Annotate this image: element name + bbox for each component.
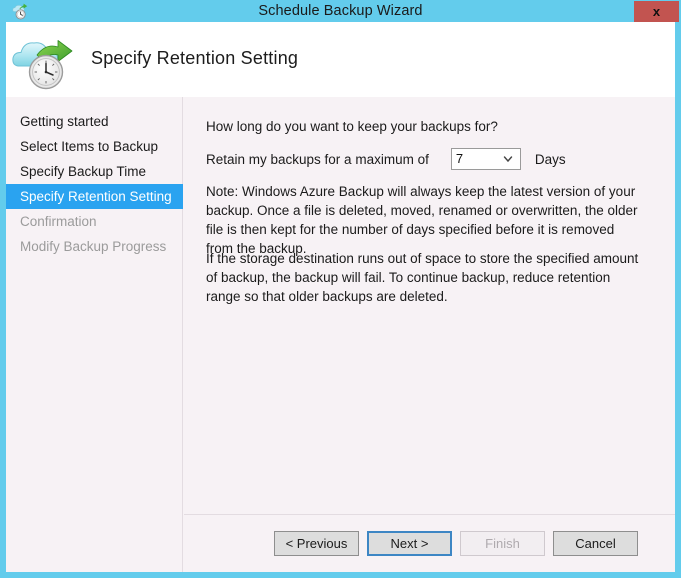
retention-days-value: 7 — [455, 151, 464, 166]
wizard-body: Getting started Select Items to Backup S… — [6, 97, 675, 572]
cancel-button[interactable]: Cancel — [553, 531, 638, 556]
next-button[interactable]: Next > — [367, 531, 452, 556]
schedule-backup-wizard-window: Schedule Backup Wizard x Specify Retenti… — [0, 0, 681, 578]
previous-button[interactable]: < Previous — [274, 531, 359, 556]
chevron-down-icon — [502, 149, 514, 175]
finish-button: Finish — [460, 531, 545, 556]
window-title: Schedule Backup Wizard — [258, 3, 423, 19]
cloud-backup-clock-icon — [9, 32, 81, 92]
wizard-content-pane: How long do you want to keep your backup… — [184, 97, 675, 572]
close-icon[interactable]: x — [634, 1, 679, 22]
retention-input-row: Retain my backups for a maximum of 7 Day… — [206, 148, 566, 170]
sidebar-item-specify-retention-setting[interactable]: Specify Retention Setting — [6, 184, 183, 209]
wizard-footer: < Previous Next > Finish Cancel — [184, 515, 675, 572]
retention-days-unit-label: Days — [534, 151, 566, 167]
retention-note-secondary: If the storage destination runs out of s… — [206, 251, 639, 304]
sidebar-item-modify-backup-progress: Modify Backup Progress — [20, 239, 167, 254]
title-bar: Schedule Backup Wizard x — [0, 0, 681, 22]
sidebar-item-select-items-to-backup[interactable]: Select Items to Backup — [6, 134, 183, 159]
retention-days-select[interactable]: 7 — [450, 148, 521, 170]
sidebar-item-confirmation: Confirmation — [20, 214, 97, 229]
wizard-header: Specify Retention Setting — [6, 22, 675, 97]
sidebar-item-specify-backup-time[interactable]: Specify Backup Time — [6, 159, 183, 184]
sidebar-item-getting-started[interactable]: Getting started — [6, 109, 183, 134]
retain-backups-label: Retain my backups for a maximum of — [206, 151, 429, 167]
wizard-steps-sidebar: Getting started Select Items to Backup S… — [6, 97, 183, 572]
retention-note-primary: Note: Windows Azure Backup will always k… — [206, 184, 638, 256]
page-title: Specify Retention Setting — [91, 48, 299, 68]
retention-question-label: How long do you want to keep your backup… — [206, 119, 498, 134]
